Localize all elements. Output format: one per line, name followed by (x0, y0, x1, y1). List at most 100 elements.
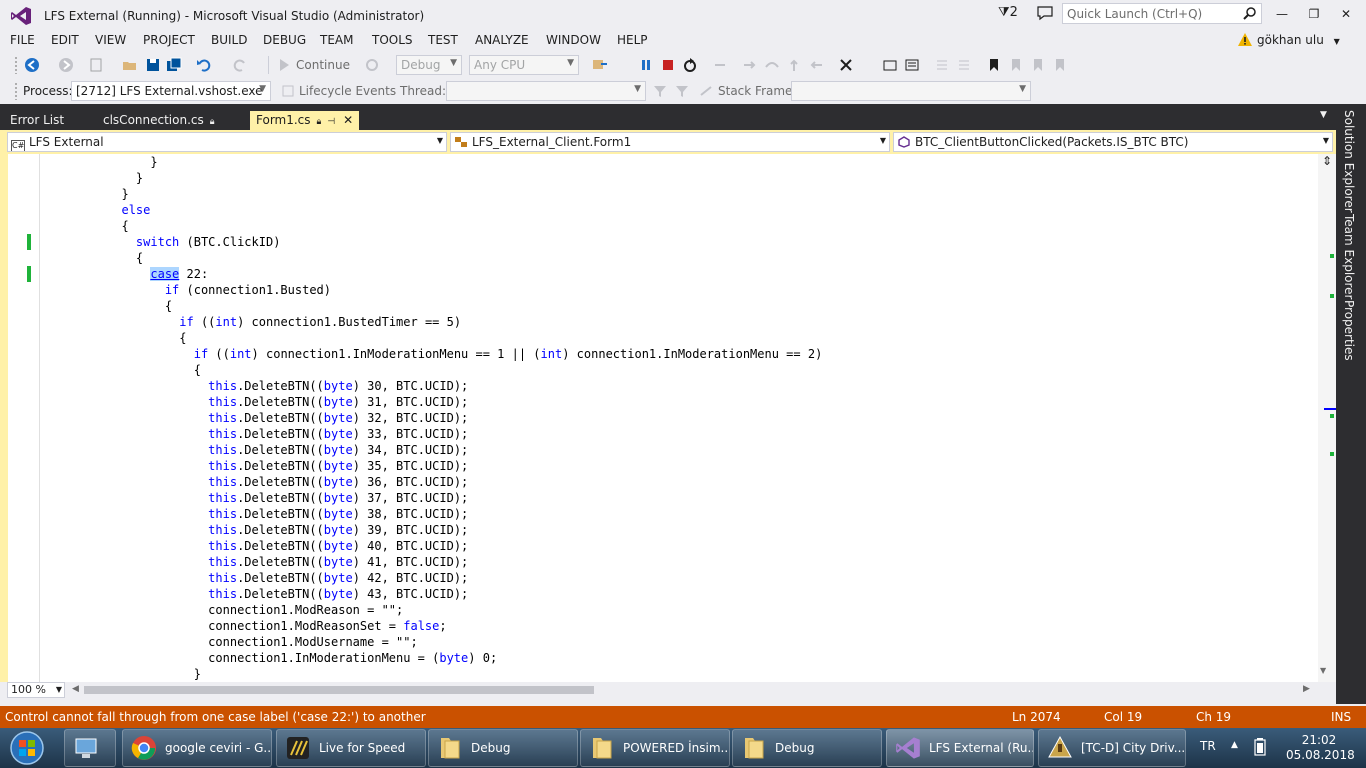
code-line[interactable]: this.DeleteBTN((byte) 34, BTC.UCID); (42, 442, 1312, 458)
taskbar-item-computer[interactable] (64, 729, 116, 767)
code-line[interactable]: connection1.ModReasonSet = false; (42, 618, 1312, 634)
code-line[interactable]: this.DeleteBTN((byte) 42, BTC.UCID); (42, 570, 1312, 586)
clear-bookmarks-icon[interactable] (1052, 57, 1068, 73)
menu-help[interactable]: HELP (617, 33, 648, 47)
code-line[interactable]: this.DeleteBTN((byte) 31, BTC.UCID); (42, 394, 1312, 410)
class-select[interactable]: LFS_External_Client.Form1 ▼ (450, 132, 890, 152)
battery-icon[interactable] (1254, 738, 1266, 756)
restart-icon[interactable] (682, 57, 698, 73)
show-hidden-icons-icon[interactable]: ▲ (1231, 740, 1238, 750)
show-next-statement-icon[interactable] (712, 57, 728, 73)
code-line[interactable]: } (42, 186, 1312, 202)
code-line[interactable]: if ((int) connection1.InModerationMenu =… (42, 346, 1312, 362)
start-button-icon[interactable] (4, 730, 50, 766)
uncomment-lines-icon[interactable] (956, 57, 972, 73)
project-select[interactable]: C# LFS External ▼ (7, 132, 447, 152)
step-over-icon[interactable] (764, 57, 780, 73)
feedback-icon[interactable] (1036, 5, 1054, 21)
code-line[interactable]: case 22: (42, 266, 1312, 282)
code-line[interactable]: this.DeleteBTN((byte) 41, BTC.UCID); (42, 554, 1312, 570)
open-file-icon[interactable] (122, 57, 138, 73)
list-members-icon[interactable] (904, 57, 920, 73)
toolbar-grip[interactable] (14, 82, 18, 100)
menu-debug[interactable]: DEBUG (263, 33, 306, 47)
menu-analyze[interactable]: ANALYZE (475, 33, 529, 47)
code-line[interactable]: this.DeleteBTN((byte) 36, BTC.UCID); (42, 474, 1312, 490)
code-line[interactable]: } (42, 154, 1312, 170)
member-select[interactable]: BTC_ClientButtonClicked(Packets.IS_BTC B… (893, 132, 1333, 152)
menu-test[interactable]: TEST (428, 33, 458, 47)
taskbar-item-city-driving[interactable]: [TC-D] City Driv... (1038, 729, 1186, 767)
process-select[interactable]: [2712] LFS External.vshost.exe ▼ (71, 81, 271, 101)
minimize-button[interactable]: — (1268, 4, 1296, 24)
stop-debugging-icon[interactable] (660, 57, 676, 73)
input-language-indicator[interactable]: TR (1200, 739, 1216, 753)
code-line[interactable]: switch (BTC.ClickID) (42, 234, 1312, 250)
scroll-right-icon[interactable]: ▶ (1303, 684, 1310, 694)
code-line[interactable]: { (42, 362, 1312, 378)
previous-bookmark-icon[interactable] (1008, 57, 1024, 73)
scroll-left-icon[interactable]: ◀ (72, 684, 79, 694)
refresh-icon[interactable] (364, 57, 380, 73)
code-line[interactable]: this.DeleteBTN((byte) 40, BTC.UCID); (42, 538, 1312, 554)
next-bookmark-icon[interactable] (1030, 57, 1046, 73)
tab-overflow-icon[interactable]: ▼ (1320, 110, 1327, 120)
lifecycle-events-icon[interactable] (280, 83, 296, 99)
code-line[interactable]: this.DeleteBTN((byte) 35, BTC.UCID); (42, 458, 1312, 474)
code-line[interactable]: this.DeleteBTN((byte) 37, BTC.UCID); (42, 490, 1312, 506)
taskbar-item-debug-folder[interactable]: Debug (428, 729, 578, 767)
solution-configuration-select[interactable]: Debug ▼ (396, 55, 462, 75)
navigate-back-icon[interactable] (24, 57, 40, 73)
lifecycle-events-button[interactable]: Lifecycle Events (299, 84, 396, 98)
tab-error-list[interactable]: Error List (4, 111, 70, 130)
pin-icon[interactable]: ⊣ (327, 117, 335, 127)
code-line[interactable]: { (42, 330, 1312, 346)
code-line[interactable]: { (42, 250, 1312, 266)
code-line[interactable]: } (42, 666, 1312, 682)
save-all-icon[interactable] (166, 57, 182, 73)
menu-file[interactable]: FILE (10, 33, 35, 47)
code-line[interactable]: if ((int) connection1.BustedTimer == 5) (42, 314, 1312, 330)
navigate-forward-icon[interactable] (58, 57, 74, 73)
menu-view[interactable]: VIEW (95, 33, 126, 47)
undo-icon[interactable] (196, 57, 212, 73)
flag-threads-icon[interactable] (674, 83, 690, 99)
code-line[interactable]: else (42, 202, 1312, 218)
thread-select[interactable]: ▼ (446, 81, 646, 101)
taskbar-item-powered-insim[interactable]: POWERED İnsim... (580, 729, 730, 767)
code-line[interactable]: connection1.ModReason = ""; (42, 602, 1312, 618)
code-line[interactable]: this.DeleteBTN((byte) 33, BTC.UCID); (42, 426, 1312, 442)
comment-lines-icon[interactable] (934, 57, 950, 73)
close-button[interactable]: ✕ (1332, 4, 1360, 24)
tab-clsconnection[interactable]: clsConnection.cs 🔒︎ (97, 111, 221, 130)
split-window-icon[interactable]: ⇕ (1320, 154, 1334, 168)
code-line[interactable]: } (42, 170, 1312, 186)
scroll-down-icon[interactable]: ▼ (1320, 666, 1326, 675)
code-line[interactable]: if (connection1.Busted) (42, 282, 1312, 298)
zoom-select[interactable]: 100 % ▼ (7, 682, 65, 698)
code-line[interactable]: this.DeleteBTN((byte) 38, BTC.UCID); (42, 506, 1312, 522)
menu-build[interactable]: BUILD (211, 33, 247, 47)
code-line[interactable]: this.DeleteBTN((byte) 32, BTC.UCID); (42, 410, 1312, 426)
taskbar-item-chrome[interactable]: google ceviri - G... (122, 729, 272, 767)
filter-icon[interactable] (652, 83, 668, 99)
solution-platform-select[interactable]: Any CPU ▼ (469, 55, 579, 75)
bookmark-window-icon[interactable] (882, 57, 898, 73)
notifications-button[interactable]: ⧩2 (998, 5, 1018, 20)
step-into-icon[interactable] (742, 57, 758, 73)
step-out-icon[interactable] (786, 57, 802, 73)
system-clock[interactable]: 21:02 05.08.2018 (1286, 733, 1355, 763)
attach-process-icon[interactable] (592, 57, 608, 73)
team-explorer-tab[interactable]: Team Explorer (1342, 214, 1356, 300)
menu-team[interactable]: TEAM (320, 33, 353, 47)
stack-frame-select[interactable]: ▼ (791, 81, 1031, 101)
menu-edit[interactable]: EDIT (51, 33, 79, 47)
code-line[interactable]: { (42, 218, 1312, 234)
continue-icon[interactable] (276, 57, 292, 73)
code-line[interactable]: this.DeleteBTN((byte) 39, BTC.UCID); (42, 522, 1312, 538)
menu-tools[interactable]: TOOLS (372, 33, 413, 47)
continue-button[interactable]: Continue (296, 58, 350, 72)
code-line[interactable]: this.DeleteBTN((byte) 43, BTC.UCID); (42, 586, 1312, 602)
taskbar-item-debug-folder-2[interactable]: Debug (732, 729, 882, 767)
menu-project[interactable]: PROJECT (143, 33, 195, 47)
